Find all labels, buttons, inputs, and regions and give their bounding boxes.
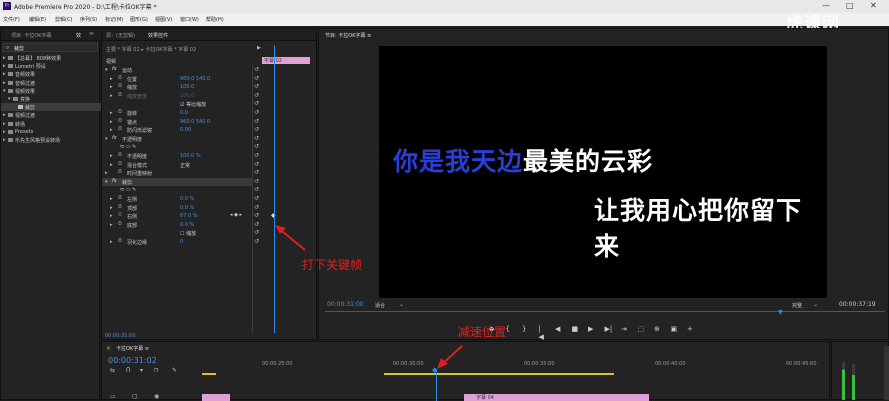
slowdown-annotation: 减速位置 (458, 325, 507, 339)
annotation-arrows (275, 225, 463, 369)
keyframe-annotation: 打下关键帧 (302, 258, 363, 272)
